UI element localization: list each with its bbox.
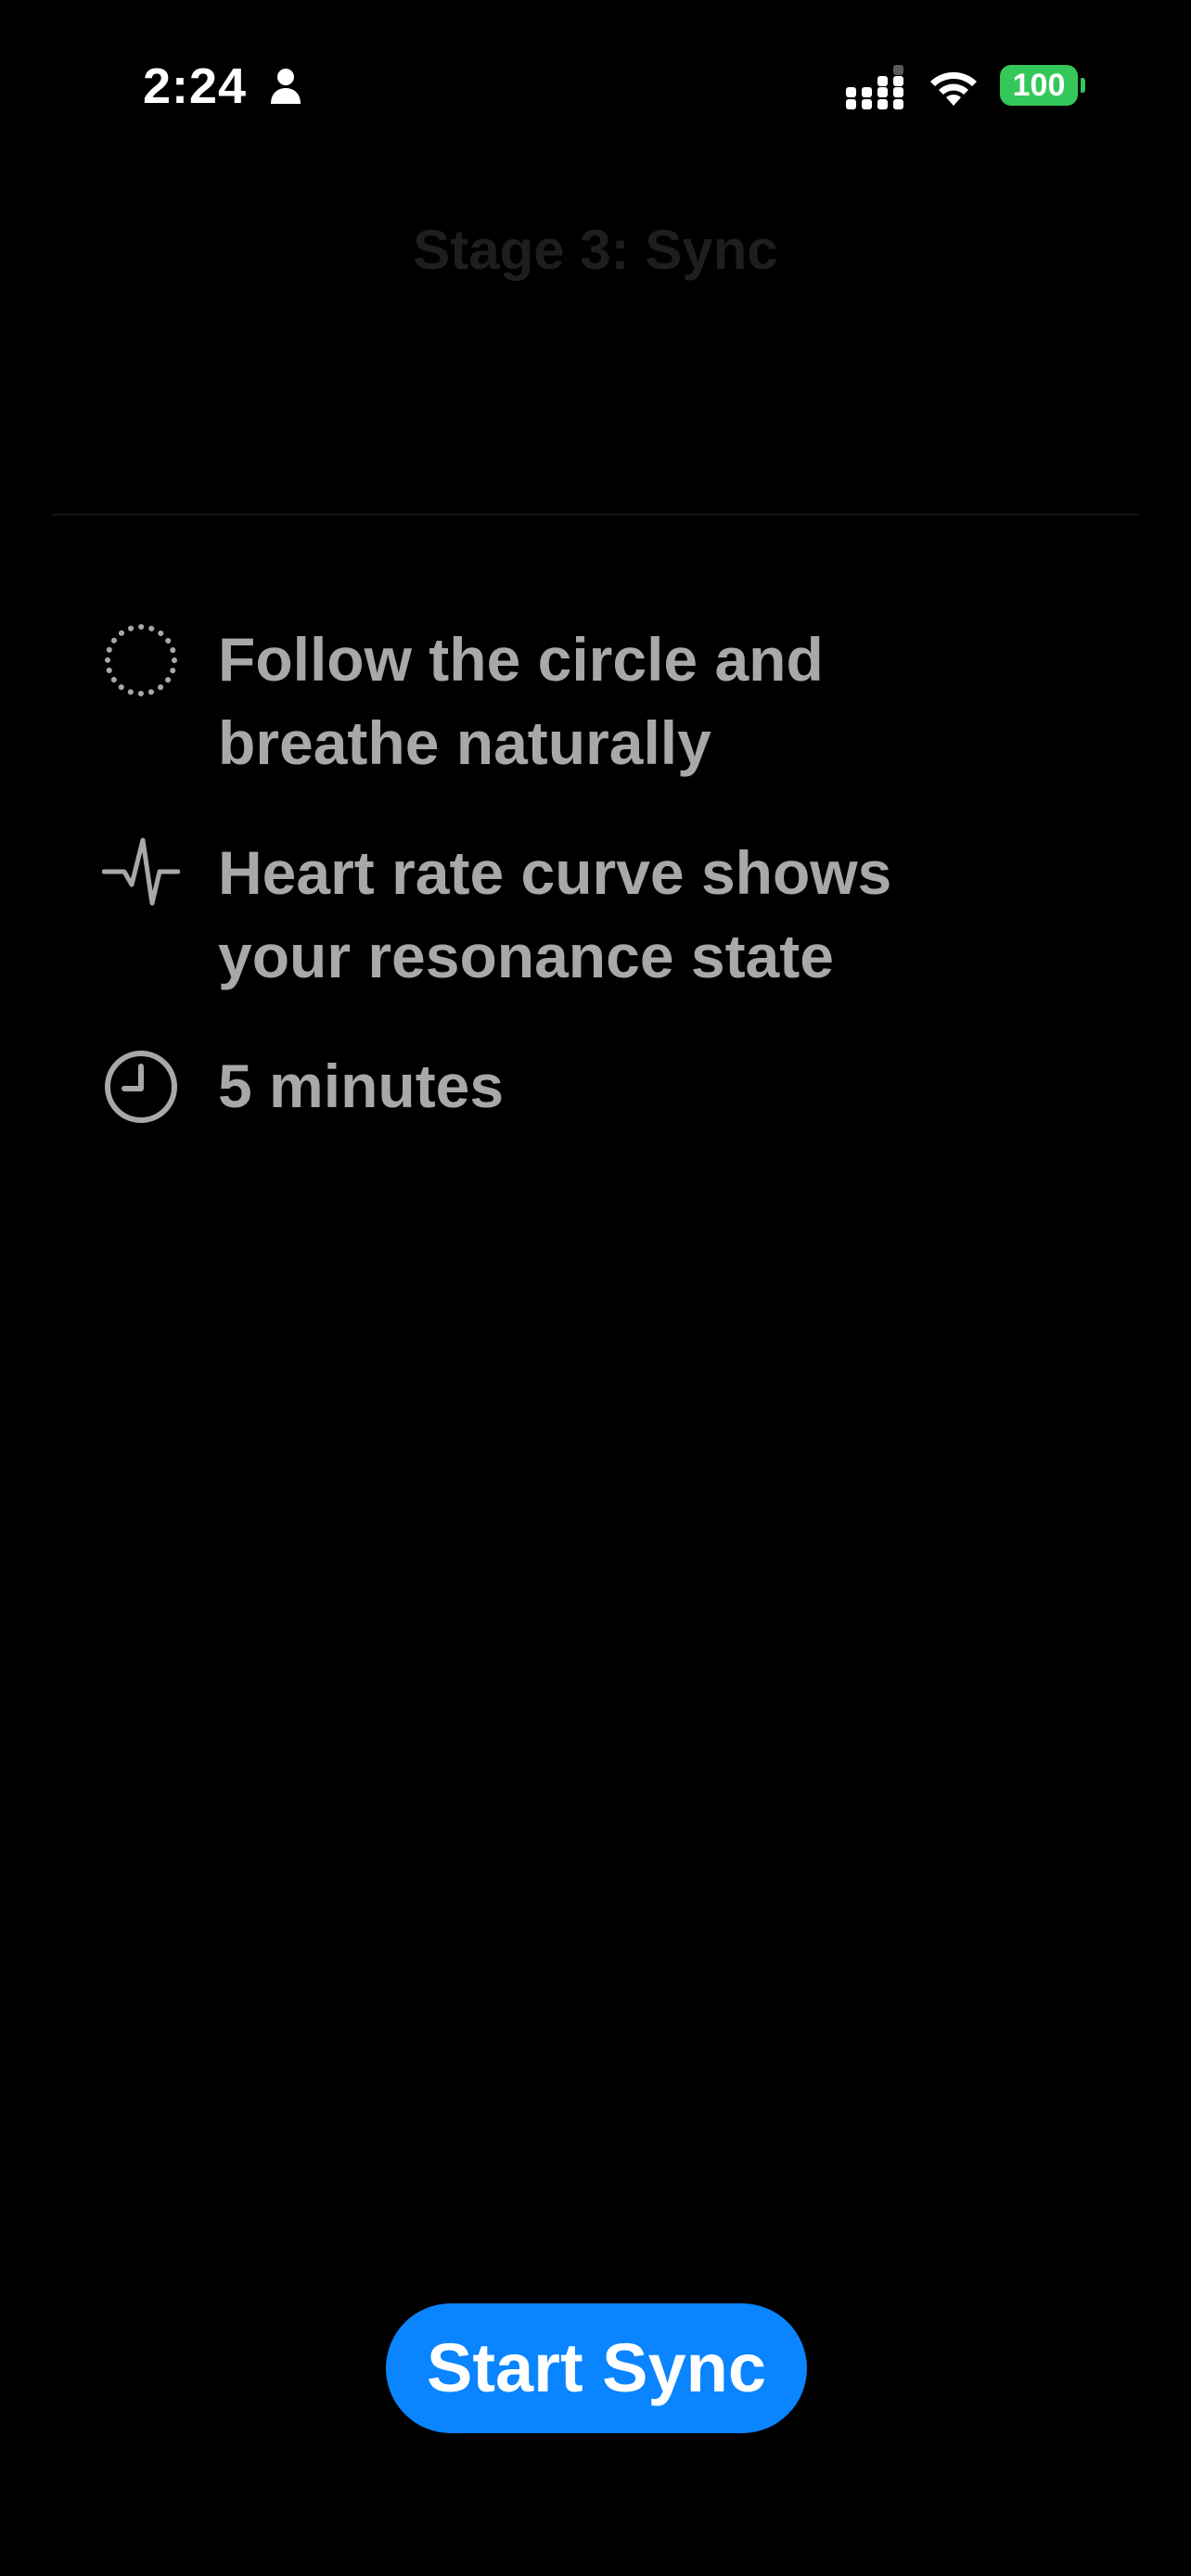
status-time: 2:24 <box>143 58 248 114</box>
instruction-text: 5 minutes <box>218 1052 505 1120</box>
header-divider <box>52 514 1139 516</box>
instruction-text: Heart rate curve shows your resonance st… <box>218 838 892 990</box>
battery-level: 100 <box>1012 68 1066 103</box>
page-title: Stage 3: Sync <box>413 219 778 281</box>
battery-icon: 100 <box>1000 65 1085 106</box>
person-icon <box>271 69 301 104</box>
dotted-circle-icon <box>105 624 177 696</box>
cellular-signal-icon <box>846 65 903 109</box>
wifi-icon <box>930 71 977 106</box>
start-sync-button[interactable]: Start Sync <box>386 2303 807 2433</box>
status-bar: 2:24 100 <box>0 0 1191 167</box>
battery-cap <box>1081 78 1085 93</box>
clock-icon <box>105 1051 177 1123</box>
heartbeat-icon <box>102 837 180 906</box>
instruction-text: Follow the circle and breathe naturally <box>218 625 824 777</box>
